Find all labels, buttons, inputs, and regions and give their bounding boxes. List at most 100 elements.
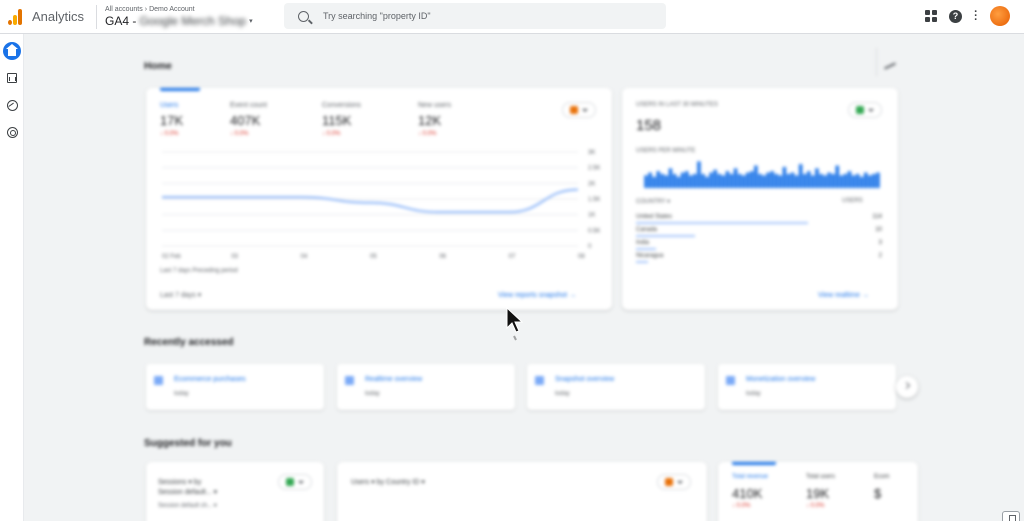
users-per-minute-label: USERS PER MINUTE	[636, 148, 696, 154]
account-avatar[interactable]	[990, 6, 1010, 26]
nav-home[interactable]	[3, 42, 21, 60]
realtime-country-row: India 3	[636, 240, 882, 250]
realtime-country-row: United States 114	[636, 214, 882, 224]
explore-icon	[6, 99, 18, 111]
users-line-chart: 3K 2.5K 2K 1.5K 1K 0.5K 0 02 Feb 03 04 05 06 07 08	[162, 150, 600, 260]
realtime-bar	[701, 174, 705, 188]
realtime-bar	[648, 172, 652, 188]
more-vert-icon[interactable]: · · ·	[974, 7, 978, 26]
country-users-value: 3	[878, 240, 882, 246]
x-tick-label: 06	[439, 254, 446, 260]
country-name: India	[636, 240, 650, 246]
realtime-bar	[778, 175, 783, 188]
report-icon	[726, 376, 735, 385]
realtime-bar	[664, 175, 669, 188]
left-nav-rail	[0, 34, 24, 521]
realtime-bar	[823, 175, 827, 188]
realtime-bar	[709, 172, 713, 188]
nav-advertising[interactable]	[3, 123, 21, 141]
realtime-bar	[697, 161, 701, 188]
property-prefix: GA4 -	[105, 13, 137, 28]
card-chart-button[interactable]	[657, 474, 691, 490]
customize-icon[interactable]	[884, 60, 896, 70]
property-name: Google Merch Shop	[139, 13, 247, 28]
recent-item-card[interactable]: Monetization overview today	[718, 364, 896, 410]
country-users-value: 114	[872, 214, 882, 220]
analytics-logo-icon[interactable]	[4, 0, 30, 34]
nav-reports[interactable]	[3, 69, 21, 87]
y-tick-label: 2.5K	[588, 166, 600, 172]
country-name: Nicaragua	[636, 253, 664, 259]
report-icon	[345, 376, 354, 385]
y-tick-label: 1.5K	[588, 197, 600, 203]
realtime-bar	[672, 174, 677, 188]
overview-card: Users 17K ↓ 0.0% Event count 407K ↓ 0.0%…	[146, 88, 612, 310]
mouse-pointer-icon	[506, 306, 524, 341]
view-reports-snapshot-link[interactable]: View reports snapshot →	[498, 292, 576, 299]
recent-item-card[interactable]: Realtime overview today	[337, 364, 515, 410]
metric-conversions[interactable]: Conversions 115K ↓ 0.0%	[322, 102, 402, 137]
realtime-bar	[831, 174, 835, 188]
country-share-bar	[636, 248, 656, 250]
account-picker[interactable]: All accounts › Demo Account GA4 - Google…	[105, 6, 281, 28]
suggested-card-sessions: Sessions ▾ by Session default... ▾ Sessi…	[146, 462, 324, 521]
selected-tab-indicator	[160, 88, 200, 91]
realtime-bar	[656, 171, 660, 188]
x-tick-label: 07	[509, 254, 516, 260]
realtime-bar	[811, 175, 815, 188]
card-chart-button[interactable]	[278, 474, 312, 490]
date-range-selector[interactable]: Last 7 days ▾	[160, 291, 201, 299]
realtime-bar	[762, 175, 766, 188]
recent-item-card[interactable]: Ecommerce purchases today	[146, 364, 324, 410]
realtime-bar	[676, 176, 681, 188]
realtime-bar	[770, 171, 774, 188]
apps-icon[interactable]	[925, 10, 937, 22]
realtime-bar	[689, 175, 693, 188]
header-separator	[876, 48, 877, 76]
reports-icon	[7, 73, 17, 83]
realtime-bar	[644, 175, 648, 188]
realtime-country-row: Canada 10	[636, 227, 882, 237]
recent-item-card[interactable]: Snapshot overview today	[527, 364, 705, 410]
home-icon	[6, 44, 18, 56]
y-tick-label: 2K	[588, 181, 595, 187]
realtime-bar	[847, 171, 852, 188]
chart-type-button[interactable]	[562, 102, 596, 118]
realtime-card: USERS IN LAST 30 MINUTES 158 USERS PER M…	[622, 88, 898, 310]
realtime-bar	[750, 171, 754, 188]
nav-explore[interactable]	[3, 96, 21, 114]
help-icon[interactable]: ?	[949, 9, 962, 23]
dropdown-caret-icon: ▾	[249, 17, 253, 25]
country-name: United States	[636, 214, 673, 220]
realtime-bar	[790, 172, 795, 188]
realtime-bar	[782, 167, 787, 188]
carousel-next-button[interactable]	[896, 376, 918, 398]
property-selector[interactable]: GA4 - Google Merch Shop ▾	[105, 14, 281, 28]
realtime-bar	[835, 165, 840, 188]
dropdown-caret-icon	[868, 108, 874, 112]
realtime-bar	[827, 172, 831, 188]
home-title: Home	[144, 61, 172, 72]
realtime-bar	[652, 176, 656, 188]
view-realtime-link[interactable]: View realtime →	[818, 292, 869, 299]
metric-users[interactable]: Users 17K ↓ 0.0%	[160, 102, 240, 137]
realtime-bar	[798, 164, 803, 188]
realtime-bar	[786, 174, 791, 188]
realtime-bar	[668, 168, 673, 188]
realtime-bar	[774, 174, 778, 188]
search-bar[interactable]: Try searching "property ID"	[284, 3, 666, 29]
metric-event-count[interactable]: Event count 407K ↓ 0.0%	[230, 102, 310, 137]
realtime-bar	[876, 172, 880, 188]
realtime-chart-button[interactable]	[848, 102, 882, 118]
realtime-bar	[721, 175, 726, 188]
users-series-line	[162, 188, 579, 214]
metric-new-users[interactable]: New users 12K ↓ 0.0%	[418, 102, 498, 137]
realtime-bar	[815, 168, 819, 188]
fullscreen-icon[interactable]	[1002, 511, 1020, 521]
realtime-bar	[868, 175, 872, 188]
realtime-bar	[794, 175, 799, 188]
realtime-bar	[843, 174, 848, 188]
y-tick-label: 0	[588, 244, 592, 250]
country-dimension-selector[interactable]: COUNTRY ▾	[636, 198, 670, 205]
realtime-bar	[766, 172, 770, 188]
